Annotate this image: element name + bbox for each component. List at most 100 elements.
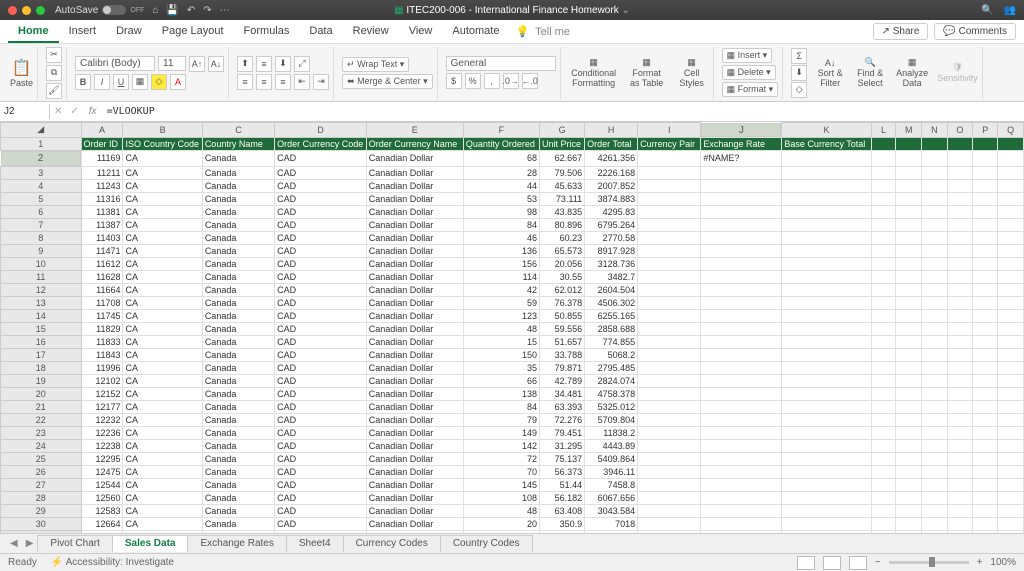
cell-Q16[interactable]	[998, 335, 1024, 348]
tab-home[interactable]: Home	[8, 21, 59, 43]
col-header-I[interactable]: I	[638, 123, 701, 138]
cell-E3[interactable]: Canadian Dollar	[366, 166, 463, 179]
cell-J4[interactable]	[701, 179, 782, 192]
cell-F23[interactable]: 149	[463, 426, 539, 439]
cell-G4[interactable]: 45.633	[540, 179, 585, 192]
cell-L23[interactable]	[871, 426, 896, 439]
cell-H20[interactable]: 4758.378	[585, 387, 638, 400]
cell-A28[interactable]: 12560	[81, 491, 123, 504]
cell-N19[interactable]	[922, 374, 947, 387]
cell-I28[interactable]	[638, 491, 701, 504]
cell-A11[interactable]: 11628	[81, 270, 123, 283]
cell-N9[interactable]	[922, 244, 947, 257]
cell-K18[interactable]	[782, 361, 871, 374]
col-header-B[interactable]: B	[123, 123, 202, 138]
cell-J14[interactable]	[701, 309, 782, 322]
cell-K8[interactable]	[782, 231, 871, 244]
cell-C27[interactable]: Canada	[202, 478, 274, 491]
header-cell[interactable]: Quantity Ordered	[463, 137, 539, 150]
cell-A10[interactable]: 11612	[81, 257, 123, 270]
cell-H10[interactable]: 3128.736	[585, 257, 638, 270]
cell-P21[interactable]	[973, 400, 998, 413]
cell-B15[interactable]: CA	[123, 322, 202, 335]
cell-A23[interactable]: 12236	[81, 426, 123, 439]
cell-D4[interactable]: CAD	[275, 179, 367, 192]
cell-K4[interactable]	[782, 179, 871, 192]
cell-D20[interactable]: CAD	[275, 387, 367, 400]
cell-J19[interactable]	[701, 374, 782, 387]
cell-I27[interactable]	[638, 478, 701, 491]
cell-O15[interactable]	[947, 322, 973, 335]
cell-L7[interactable]	[871, 218, 896, 231]
cell-P14[interactable]	[973, 309, 998, 322]
cell-H23[interactable]: 11838.2	[585, 426, 638, 439]
header-cell[interactable]: Unit Price	[540, 137, 585, 150]
cell-O24[interactable]	[947, 439, 973, 452]
cell-F2[interactable]: 68	[463, 150, 539, 166]
border-icon[interactable]: ▦	[132, 74, 148, 90]
cell-Q20[interactable]	[998, 387, 1024, 400]
cell-B28[interactable]: CA	[123, 491, 202, 504]
align-top-icon[interactable]: ⬆	[237, 56, 253, 72]
row-header-10[interactable]: 10	[1, 257, 82, 270]
cell-M21[interactable]	[896, 400, 922, 413]
zoom-slider[interactable]	[889, 561, 969, 564]
col-header-P[interactable]: P	[973, 123, 998, 138]
cell-L20[interactable]	[871, 387, 896, 400]
insert-cells-button[interactable]: ▦ Insert ▾	[722, 48, 773, 63]
cell-G17[interactable]: 33.788	[540, 348, 585, 361]
cell-L25[interactable]	[871, 452, 896, 465]
cell-M5[interactable]	[896, 192, 922, 205]
cell-C10[interactable]: Canada	[202, 257, 274, 270]
cell-M7[interactable]	[896, 218, 922, 231]
row-header-29[interactable]: 29	[1, 504, 82, 517]
cell-D30[interactable]: CAD	[275, 517, 367, 530]
currency-icon[interactable]: $	[446, 73, 462, 89]
col-header-A[interactable]: A	[81, 123, 123, 138]
cell-B17[interactable]: CA	[123, 348, 202, 361]
cell-C19[interactable]: Canada	[202, 374, 274, 387]
cell-O28[interactable]	[947, 491, 973, 504]
cell-K19[interactable]	[782, 374, 871, 387]
cell-A15[interactable]: 11829	[81, 322, 123, 335]
cell-E14[interactable]: Canadian Dollar	[366, 309, 463, 322]
row-header-22[interactable]: 22	[1, 413, 82, 426]
tab-page-layout[interactable]: Page Layout	[152, 21, 234, 43]
cell-O12[interactable]	[947, 283, 973, 296]
header-cell[interactable]: Country Name	[202, 137, 274, 150]
cell-L17[interactable]	[871, 348, 896, 361]
cell-L12[interactable]	[871, 283, 896, 296]
cell-E30[interactable]: Canadian Dollar	[366, 517, 463, 530]
cell-G6[interactable]: 43.835	[540, 205, 585, 218]
cell-J27[interactable]	[701, 478, 782, 491]
col-header-C[interactable]: C	[202, 123, 274, 138]
cell-F28[interactable]: 108	[463, 491, 539, 504]
cell-D5[interactable]: CAD	[275, 192, 367, 205]
cell-F10[interactable]: 156	[463, 257, 539, 270]
cell-C7[interactable]: Canada	[202, 218, 274, 231]
cell-M15[interactable]	[896, 322, 922, 335]
increase-decimal-icon[interactable]: .0→	[503, 73, 519, 89]
fill-color-icon[interactable]: ◇	[151, 74, 167, 90]
row-header-6[interactable]: 6	[1, 205, 82, 218]
cell-L18[interactable]	[871, 361, 896, 374]
header-cell[interactable]: Order Total	[585, 137, 638, 150]
cell-A3[interactable]: 11211	[81, 166, 123, 179]
share-button[interactable]: ↗ Share	[873, 23, 929, 40]
cell-O9[interactable]	[947, 244, 973, 257]
cell-C6[interactable]: Canada	[202, 205, 274, 218]
row-header-9[interactable]: 9	[1, 244, 82, 257]
cell-F24[interactable]: 142	[463, 439, 539, 452]
header-cell[interactable]: Order Currency Name	[366, 137, 463, 150]
cell-C3[interactable]: Canada	[202, 166, 274, 179]
cell-N12[interactable]	[922, 283, 947, 296]
cell-H22[interactable]: 5709.804	[585, 413, 638, 426]
cell-E7[interactable]: Canadian Dollar	[366, 218, 463, 231]
header-cell[interactable]	[896, 137, 922, 150]
header-cell[interactable]	[973, 137, 998, 150]
cell-N2[interactable]	[922, 150, 947, 166]
cell-M8[interactable]	[896, 231, 922, 244]
cell-J29[interactable]	[701, 504, 782, 517]
minimize-icon[interactable]	[22, 6, 31, 15]
cell-D29[interactable]: CAD	[275, 504, 367, 517]
